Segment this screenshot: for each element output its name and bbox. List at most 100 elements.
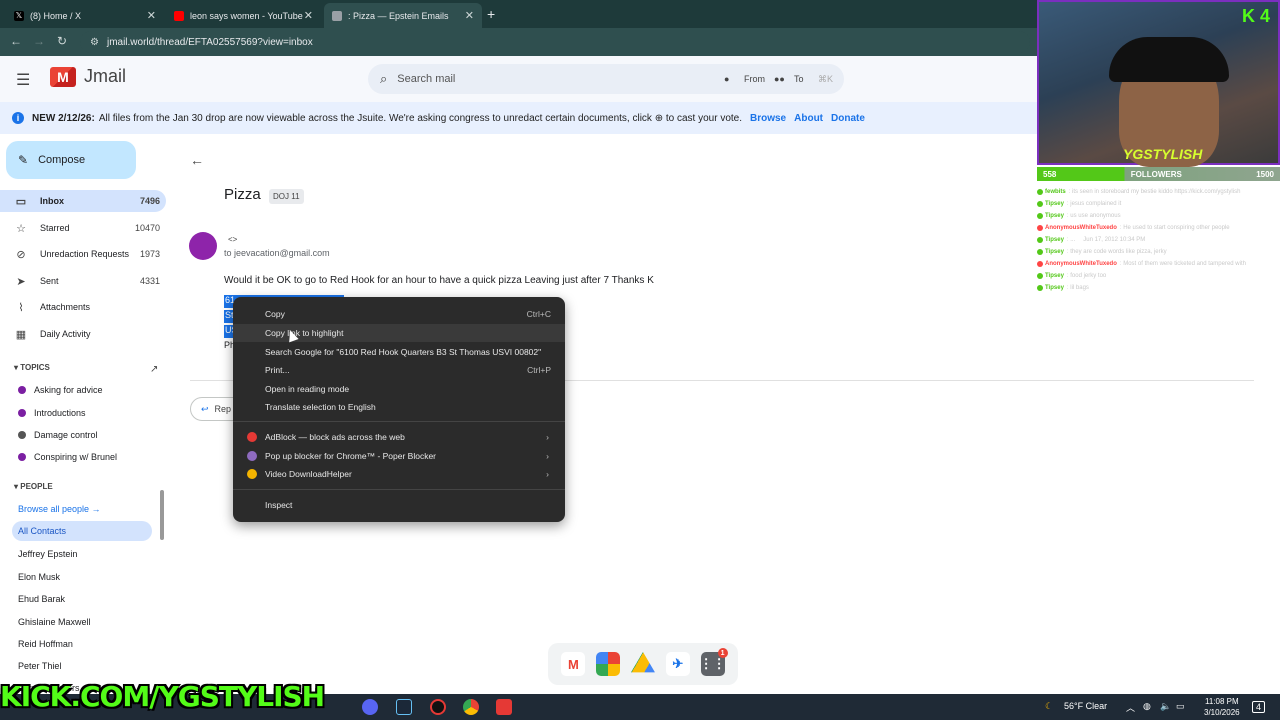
menu-item-search-google[interactable]: Search Google for "6100 Red Hook Quarter…	[233, 343, 565, 361]
browse-link[interactable]: Browse	[750, 113, 786, 124]
close-icon[interactable]: ✕	[465, 9, 474, 22]
expand-icon[interactable]: ↗	[150, 364, 158, 375]
app-icon[interactable]	[496, 699, 512, 715]
menu-item-adblock[interactable]: AdBlock — block ads across the web ›	[233, 428, 565, 446]
banner-date: NEW 2/12/26:	[32, 112, 95, 124]
menu-item-poper-blocker[interactable]: Pop up blocker for Chrome™ - Poper Block…	[233, 447, 565, 465]
sidebar-item-unredaction[interactable]: ⊘ Unredaction Requests 1973	[0, 243, 166, 265]
chat-user: AnonymousWhiteTuxedo	[1045, 225, 1117, 231]
person-item[interactable]: Peter Thiel	[18, 661, 61, 671]
browser-tab-youtube[interactable]: leon says women - YouTube ✕	[166, 3, 321, 28]
menu-shortcut: Ctrl+P	[527, 365, 551, 375]
chat-text: : its seen in storeboard my bestie kiddo…	[1068, 189, 1241, 195]
chrome-icon[interactable]	[463, 699, 479, 715]
topic-item[interactable]: Damage control	[18, 430, 98, 440]
discord-icon[interactable]	[362, 699, 378, 715]
sidebar-item-daily-activity[interactable]: ▦ Daily Activity	[0, 323, 166, 345]
chat-text: : jesus complained it	[1066, 201, 1122, 207]
menu-item-reading-mode[interactable]: Open in reading mode	[233, 380, 565, 398]
back-arrow-icon[interactable]: ←	[190, 152, 204, 168]
app-name: Jmail	[84, 66, 127, 86]
forward-icon[interactable]: →	[33, 34, 45, 48]
volume-icon[interactable]: 🔈	[1160, 701, 1171, 712]
browse-people-link[interactable]: Browse all people →	[18, 504, 101, 514]
menu-item-label: Open in reading mode	[265, 384, 350, 394]
notifications-badge[interactable]: 4	[1252, 701, 1266, 713]
clock[interactable]: 11:08 PM 3/10/2026	[1204, 696, 1240, 718]
new-tab-icon[interactable]: +	[487, 6, 495, 22]
menu-item-video-downloadhelper[interactable]: Video DownloadHelper ›	[233, 465, 565, 483]
chat-user: AnonymousWhiteTuxedo	[1045, 261, 1117, 267]
person-item[interactable]: Elon Musk	[18, 572, 60, 582]
app-dock: M ✈ ⋮⋮ 1	[548, 643, 738, 685]
sender-name: <>	[228, 235, 238, 244]
site-info-icon[interactable]: ⚙	[90, 37, 99, 48]
reply-label: Rep	[214, 404, 232, 414]
chat-text: : ...	[1066, 237, 1076, 243]
weather-text[interactable]: 56°F Clear	[1064, 701, 1107, 711]
menu-item-inspect[interactable]: Inspect	[233, 496, 565, 514]
chevron-right-icon: ›	[546, 469, 549, 479]
menu-item-translate[interactable]: Translate selection to English	[233, 398, 565, 416]
filter-from[interactable]: From	[744, 74, 765, 84]
filter-to[interactable]: To	[794, 74, 804, 84]
reload-icon[interactable]: ↻	[57, 34, 67, 48]
sidebar-scrollbar[interactable]	[160, 490, 164, 540]
menu-item-copy-link[interactable]: Copy link to highlight	[233, 324, 565, 342]
about-link[interactable]: About	[794, 113, 823, 124]
menu-item-label: Search Google for "6100 Red Hook Quarter…	[265, 347, 542, 357]
menu-item-copy[interactable]: Copy Ctrl+C	[233, 305, 565, 323]
sidebar-item-label: Starred	[40, 223, 70, 233]
battery-icon[interactable]: ▭	[1176, 701, 1185, 712]
person-item[interactable]: Reid Hoffman	[18, 639, 73, 649]
menu-item-label: AdBlock — block ads across the web	[265, 432, 405, 442]
person-item[interactable]: Ehud Barak	[18, 594, 65, 604]
sidebar-item-sent[interactable]: ➤ Sent 4331	[0, 270, 166, 292]
pencil-icon: ✎	[18, 153, 29, 167]
steam-icon[interactable]	[396, 699, 412, 715]
browser-tab-x[interactable]: 𝕏 (8) Home / X ✕	[6, 3, 164, 28]
all-contacts-item[interactable]: All Contacts	[12, 521, 152, 541]
menu-item-label: Copy link to highlight	[265, 328, 344, 338]
sidebar-item-attachments[interactable]: ⌇ Attachments	[0, 296, 166, 318]
back-icon[interactable]: ←	[10, 34, 22, 48]
close-icon[interactable]: ✕	[147, 9, 156, 22]
chat-badge-icon	[1037, 225, 1043, 231]
person-item[interactable]: Jeffrey Epstein	[18, 549, 77, 559]
gmail-icon[interactable]: M	[561, 652, 586, 676]
banner-text: All files from the Jan 30 drop are now v…	[98, 112, 742, 124]
doj-tag[interactable]: DOJ 11	[269, 189, 304, 204]
reply-icon: ↩	[201, 403, 209, 414]
sidebar-item-starred[interactable]: ☆ Starred 10470	[0, 217, 166, 239]
topic-item[interactable]: Asking for advice	[18, 385, 103, 395]
compose-button[interactable]: ✎ Compose	[6, 141, 136, 179]
menu-item-print[interactable]: Print... Ctrl+P	[233, 361, 565, 379]
tray-chevron-icon[interactable]: ︿	[1126, 701, 1135, 714]
streamer-cap	[1109, 37, 1229, 82]
url-bar[interactable]: ⚙ jmail.world/thread/EFTA02557569?view=i…	[80, 31, 1030, 53]
person-item[interactable]: Ghislaine Maxwell	[18, 617, 91, 627]
photos-icon[interactable]	[596, 652, 621, 676]
sidebar-item-inbox[interactable]: ▭ Inbox 7496	[0, 190, 166, 212]
sidebar-item-label: Sent	[40, 276, 59, 286]
obs-icon[interactable]	[430, 699, 446, 715]
menu-icon[interactable]: ☰	[16, 70, 30, 90]
chevron-right-icon: ›	[546, 451, 549, 461]
chat-message: Tipsey: lil bags	[1037, 282, 1280, 294]
email-body: Would it be OK to go to Red Hook for an …	[224, 275, 654, 286]
chat-message: AnonymousWhiteTuxedo: Most of them were …	[1037, 258, 1280, 270]
donate-link[interactable]: Donate	[831, 113, 865, 124]
browser-tab-pizza[interactable]: : Pizza — Epstein Emails ✕	[324, 3, 482, 28]
close-icon[interactable]: ✕	[304, 9, 313, 22]
topic-item[interactable]: Conspiring w/ Brunel	[18, 452, 117, 462]
app-logo[interactable]: M Jmail	[50, 66, 126, 87]
people-header[interactable]: ▾ PEOPLE	[14, 482, 53, 491]
overlay-date: Jun 17, 2012 10:34 PM	[1083, 237, 1146, 243]
flights-icon[interactable]: ✈	[665, 652, 690, 676]
search-input[interactable]: ⌕ Search mail ● From ●● To ⌘K	[368, 64, 844, 94]
apps-grid-icon[interactable]: ⋮⋮ 1	[700, 648, 728, 676]
drive-icon[interactable]	[630, 652, 655, 673]
topics-header[interactable]: ▾ TOPICS	[14, 363, 50, 372]
topic-item[interactable]: Introductions	[18, 408, 86, 418]
network-icon[interactable]: ◍	[1143, 701, 1151, 712]
